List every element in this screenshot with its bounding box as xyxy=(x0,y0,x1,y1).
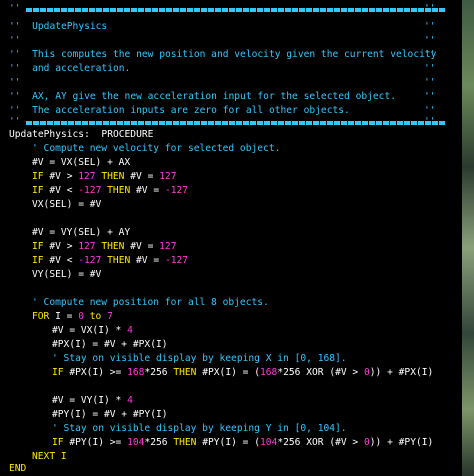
comment-tick: '' xyxy=(424,63,436,74)
code-line: IF #V < -127 THEN #V = -127 xyxy=(32,185,189,196)
code-line: #V = VY(SEL) + AY xyxy=(32,227,131,238)
code-line: IF #PY(I) >= 104*256 THEN #PY(I) = (104*… xyxy=(52,437,434,448)
header-comment-line: '' and acceleration. xyxy=(9,63,131,74)
comment-tick: '' xyxy=(424,3,436,14)
comment-compute-velocity: ' Compute new velocity for selected obje… xyxy=(32,143,281,154)
code-line: #V = VX(SEL) + AX xyxy=(32,157,131,168)
comment-box-bottom-border xyxy=(26,121,446,125)
code-line: IF #V < -127 THEN #V = -127 xyxy=(32,255,189,266)
code-line: END xyxy=(9,463,27,474)
comment-stay-x: ' Stay on visible display by keeping X i… xyxy=(52,353,347,364)
background-photo-strip xyxy=(462,0,474,476)
comment-tick: '' xyxy=(424,116,436,127)
comment-tick: '' xyxy=(9,116,21,127)
procedure-declaration: UpdatePhysics: PROCEDURE xyxy=(9,129,154,140)
header-comment-line: '' xyxy=(9,35,21,46)
header-comment-line: '' The acceleration inputs are zero for … xyxy=(9,105,350,116)
header-text: AX, AY give the new acceleration input f… xyxy=(32,91,397,102)
header-comment-line: '' This computes the new position and ve… xyxy=(9,49,437,60)
code-line: VX(SEL) = #V xyxy=(32,199,102,210)
header-comment-line: '' AX, AY give the new acceleration inpu… xyxy=(9,91,397,102)
header-text: This computes the new position and veloc… xyxy=(32,49,437,60)
code-line: IF #PX(I) >= 168*256 THEN #PX(I) = (168*… xyxy=(52,367,434,378)
comment-tick: '' xyxy=(9,3,21,14)
comment-compute-position: ' Compute new position for all 8 objects… xyxy=(32,297,269,308)
header-title: UpdatePhysics xyxy=(32,21,108,32)
comment-stay-y: ' Stay on visible display by keeping Y i… xyxy=(52,423,347,434)
code-line: IF #V > 127 THEN #V = 127 xyxy=(32,171,177,182)
comment-tick: '' xyxy=(424,77,436,88)
comment-tick: '' xyxy=(424,91,436,102)
comment-box-top-border xyxy=(26,8,446,12)
header-text: and acceleration. xyxy=(32,63,131,74)
code-line: #PX(I) = #V + #PX(I) xyxy=(52,339,168,350)
comment-tick: '' xyxy=(424,21,436,32)
header-comment-line: '' UpdatePhysics xyxy=(9,21,108,32)
code-line: #V = VY(I) * 4 xyxy=(52,395,133,406)
code-line: VY(SEL) = #V xyxy=(32,269,102,280)
code-editor[interactable]: '' '' '' UpdatePhysics '' '' '' '' This … xyxy=(0,0,462,476)
code-line: FOR I = 0 to 7 xyxy=(32,311,113,322)
code-line: IF #V > 127 THEN #V = 127 xyxy=(32,241,177,252)
header-comment-line: '' xyxy=(9,77,21,88)
comment-tick: '' xyxy=(424,35,436,46)
code-line: NEXT I xyxy=(32,451,67,462)
code-line: #PY(I) = #V + #PY(I) xyxy=(52,409,168,420)
header-text: The acceleration inputs are zero for all… xyxy=(32,105,350,116)
comment-tick: '' xyxy=(424,49,436,60)
code-line: #V = VX(I) * 4 xyxy=(52,325,133,336)
